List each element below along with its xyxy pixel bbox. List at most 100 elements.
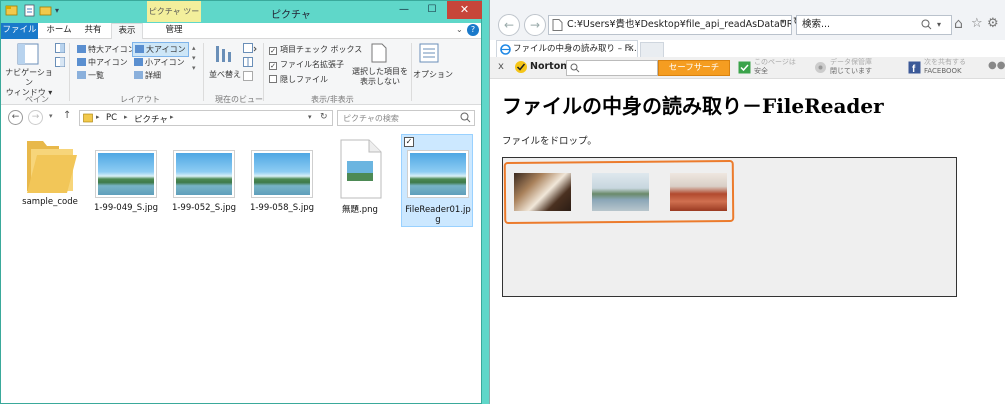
file-item-image[interactable]: 1-99-058_S.jpg	[247, 150, 317, 213]
layout-large-label: 大アイコン	[146, 45, 186, 54]
ribbon-expand-icon[interactable]: ⌄	[456, 25, 463, 34]
file-item-image[interactable]: 1-99-052_S.jpg	[169, 150, 239, 213]
norton-search-input[interactable]	[566, 60, 658, 76]
explorer-search-input[interactable]: ピクチャの検索	[337, 110, 475, 126]
sort-by-button[interactable]: 並べ替え	[209, 69, 241, 80]
hidden-items-toggle[interactable]: 隠しファイル	[269, 74, 328, 85]
search-icon[interactable]	[460, 112, 471, 126]
page-safety-line2: 安全	[754, 67, 768, 75]
properties-icon[interactable]	[23, 4, 36, 17]
safe-search-button[interactable]: セーフサーチ	[658, 60, 730, 76]
identity-safe-status[interactable]: データ保管庫 閉じています	[830, 58, 872, 76]
browser-search-input[interactable]: 検索... ▾	[796, 15, 952, 35]
tab-manage[interactable]: 管理	[151, 23, 197, 39]
up-icon[interactable]: ↑	[63, 110, 71, 121]
browser-tab[interactable]: ファイルの中身の読み取り – Fi... ✕	[496, 40, 638, 58]
add-columns-icon[interactable]	[243, 57, 257, 70]
file-extensions-checkbox[interactable]: ✓	[269, 62, 277, 70]
hide-selected-button[interactable]: 選択した項目を 表示しない	[351, 67, 409, 87]
layout-list[interactable]: 一覧	[77, 70, 104, 81]
options-button[interactable]: オプション	[413, 69, 453, 80]
file-extensions-toggle[interactable]: ✓ ファイル名拡張子	[269, 59, 344, 70]
favorites-icon[interactable]: ☆	[971, 16, 983, 31]
breadcrumb-pictures[interactable]: ピクチャ	[134, 113, 168, 125]
file-name: 1-99-058_S.jpg	[249, 203, 315, 213]
norton-close-icon[interactable]: x	[498, 61, 504, 72]
page-safety-line1: このページは	[754, 58, 796, 66]
browser-back-icon[interactable]: ←	[498, 14, 520, 36]
explorer-app-icon	[5, 4, 18, 17]
back-icon[interactable]: ←	[8, 110, 23, 125]
tab-file[interactable]: ファイル	[1, 23, 38, 39]
layout-medium-icon	[77, 58, 86, 66]
details-pane-icon[interactable]	[55, 57, 65, 70]
layout-scroll-icon[interactable]: ▴ ▾ ▾	[192, 43, 196, 73]
layout-extra-large-label: 特大アイコン	[88, 45, 136, 54]
refresh-icon[interactable]: ↻	[320, 112, 328, 122]
navigation-pane-icon[interactable]	[17, 43, 39, 68]
breadcrumb-pc[interactable]: PC	[106, 113, 117, 123]
layout-small-icons[interactable]: 小アイコン	[134, 57, 185, 68]
selection-checkbox[interactable]: ✓	[404, 137, 414, 147]
tab-view[interactable]: 表示	[111, 23, 143, 39]
group-by-icon[interactable]	[243, 43, 257, 56]
norton-brand: Norton	[530, 61, 567, 72]
item-checkboxes-label: 項目チェック ボックス	[280, 45, 363, 54]
tab-home[interactable]: ホーム	[43, 23, 75, 39]
layout-extra-large-icons[interactable]: 特大アイコン	[77, 44, 136, 55]
hidden-items-checkbox[interactable]	[269, 75, 277, 83]
help-icon[interactable]: ?	[467, 24, 479, 36]
file-item-image[interactable]: 1-99-049_S.jpg	[91, 150, 161, 213]
address-bar[interactable]: ▸ PC ▸ ピクチャ ▸ ▾ ↻	[79, 110, 333, 126]
hidden-items-label: 隠しファイル	[280, 75, 328, 84]
new-tab-button[interactable]	[640, 42, 664, 58]
preview-pane-icon[interactable]	[55, 43, 65, 56]
size-columns-icon[interactable]	[243, 71, 257, 84]
layout-medium-icons[interactable]: 中アイコン	[77, 57, 128, 68]
layout-details[interactable]: 詳細	[134, 70, 161, 81]
recent-locations-icon[interactable]: ▾	[49, 112, 53, 120]
search-icon[interactable]	[921, 19, 932, 37]
breadcrumb-chevron-icon[interactable]: ▸	[96, 113, 100, 121]
url-dropdown-icon[interactable]: ▾	[781, 17, 785, 26]
close-tab-icon[interactable]: ✕	[627, 41, 635, 57]
new-folder-icon[interactable]	[39, 4, 52, 17]
browser-forward-icon[interactable]: →	[524, 14, 546, 36]
ribbon-separator	[263, 43, 264, 101]
file-item-png[interactable]: 無題.png	[325, 139, 395, 215]
address-dropdown-icon[interactable]: ▾	[308, 113, 312, 121]
forward-icon[interactable]: →	[28, 110, 43, 125]
item-checkboxes-checkbox[interactable]: ✓	[269, 47, 277, 55]
browser-nav-bar: ← → C:¥Users¥貴也¥Desktop¥file_api_readAsD…	[490, 0, 1005, 40]
hide-selected-icon[interactable]	[371, 43, 387, 66]
file-name: FileReader01.jpg	[405, 205, 471, 225]
settings-icon[interactable]: ⚙	[987, 16, 999, 31]
layout-large-icons[interactable]: 大アイコン	[132, 42, 189, 57]
search-dropdown-icon[interactable]: ▾	[937, 16, 941, 34]
qat-dropdown-icon[interactable]: ▾	[55, 4, 68, 17]
page-safety-status[interactable]: このページは 安全	[754, 58, 796, 76]
layout-list-label: 一覧	[88, 71, 104, 80]
maximize-button[interactable]: ☐	[419, 1, 445, 19]
sort-by-icon[interactable]	[213, 44, 235, 67]
more-icon[interactable]: ●●	[988, 60, 1005, 71]
tab-share[interactable]: 共有	[79, 23, 107, 39]
safe-page-icon	[738, 61, 751, 77]
file-item-selected[interactable]: ✓ FileReader01.jpg	[401, 134, 473, 227]
browser-search-placeholder: 検索...	[802, 19, 831, 30]
breadcrumb-chevron-icon[interactable]: ▸	[170, 113, 174, 121]
close-button[interactable]: ✕	[447, 1, 482, 19]
minimize-button[interactable]: —	[391, 1, 417, 19]
home-icon[interactable]: ⌂	[954, 16, 963, 32]
url-input[interactable]: C:¥Users¥貴也¥Desktop¥file_api_readAsDataU…	[548, 15, 792, 35]
share-facebook[interactable]: 次を共有する FACEBOOK	[924, 58, 966, 76]
breadcrumb-chevron-icon[interactable]: ▸	[124, 113, 128, 121]
norton-toolbar: x Norton セーフサーチ このページは 安全 データ保管庫 閉じています …	[490, 57, 1005, 79]
file-item-folder[interactable]: sample_code	[15, 135, 85, 207]
page-heading: ファイルの中身の読み取り－FileReader	[502, 94, 884, 118]
file-extensions-label: ファイル名拡張子	[280, 60, 344, 69]
options-icon[interactable]	[419, 43, 439, 66]
explorer-title-bar: ▾ ピクチャ ツール ピクチャ — ☐ ✕	[1, 1, 482, 37]
item-checkboxes-toggle[interactable]: ✓ 項目チェック ボックス	[269, 44, 362, 55]
file-name: 無題.png	[342, 205, 378, 215]
